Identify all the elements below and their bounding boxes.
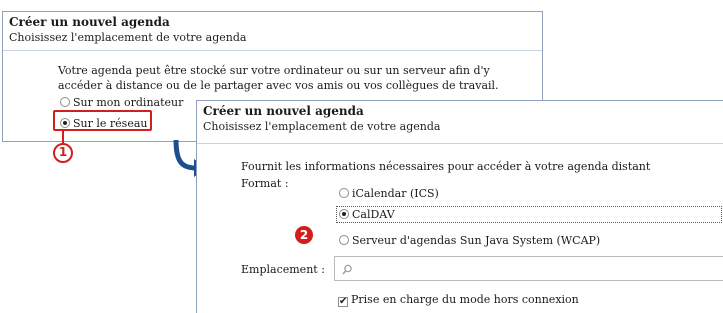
search-icon <box>342 264 352 275</box>
dialog-header: Créer un nouvel agenda Choisissez l'empl… <box>197 101 723 144</box>
dialog-subtitle: Choisissez l'emplacement de votre agenda <box>203 120 441 133</box>
format-ics[interactable]: iCalendar (ICS) <box>339 186 439 201</box>
option-local[interactable]: Sur mon ordinateur <box>60 95 183 110</box>
format-wcap[interactable]: Serveur d'agendas Sun Java System (WCAP) <box>339 233 600 248</box>
dialog-title: Créer un nouvel agenda <box>9 15 170 29</box>
intro-text: Fournit les informations nécessaires pou… <box>241 160 651 173</box>
description-line-1: Votre agenda peut être stocké sur votre … <box>58 64 490 77</box>
dialog-subtitle: Choisissez l'emplacement de votre agenda <box>9 31 247 44</box>
offline-support[interactable]: ✔ Prise en charge du mode hors connexion <box>338 292 579 307</box>
radio-icon[interactable] <box>60 97 70 107</box>
step-badge-1: 1 <box>53 143 73 163</box>
location-label: Emplacement : <box>241 263 325 276</box>
step-badge-2: 2 <box>295 226 313 244</box>
dialog-header: Créer un nouvel agenda Choisissez l'empl… <box>3 12 542 51</box>
radio-icon[interactable] <box>339 235 349 245</box>
checkmark-icon[interactable]: ✔ <box>338 297 348 307</box>
description-line-2: accéder à distance ou de le partager ave… <box>58 79 499 92</box>
dialog-remote-settings: Créer un nouvel agenda Choisissez l'empl… <box>196 100 723 313</box>
format-caldav-label: CalDAV <box>352 208 395 221</box>
dialog-title: Créer un nouvel agenda <box>203 104 364 118</box>
location-input[interactable] <box>334 256 723 281</box>
format-ics-label: iCalendar (ICS) <box>352 187 439 200</box>
format-wcap-label: Serveur d'agendas Sun Java System (WCAP) <box>352 234 601 247</box>
radio-icon[interactable] <box>339 188 349 198</box>
offline-support-label: Prise en charge du mode hors connexion <box>351 293 579 306</box>
format-caldav[interactable]: CalDAV <box>339 207 395 222</box>
highlight-network-option <box>53 110 152 131</box>
description: Votre agenda peut être stocké sur votre … <box>58 63 499 93</box>
radio-selected-icon[interactable] <box>339 209 349 219</box>
format-label: Format : <box>241 177 289 190</box>
option-local-label: Sur mon ordinateur <box>73 96 184 109</box>
